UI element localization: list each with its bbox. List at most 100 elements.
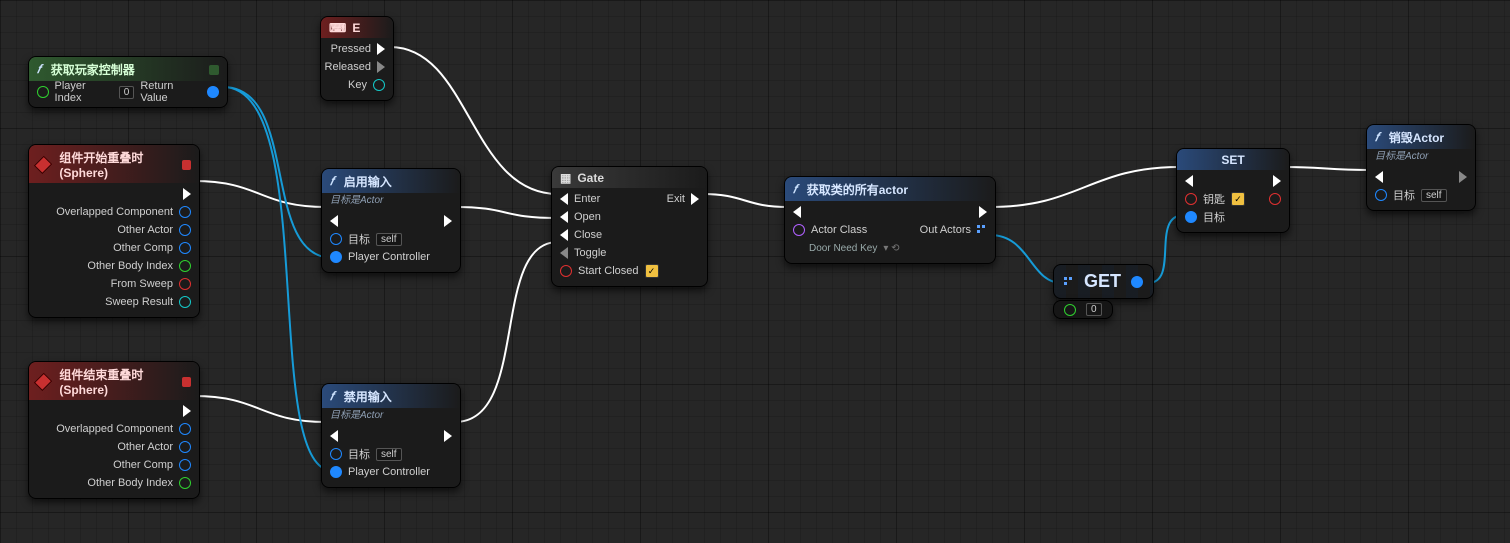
event-icon [34,155,53,174]
exec-out-pin-icon[interactable] [1459,171,1467,183]
exec-in-pin-icon[interactable] [1185,175,1193,187]
exec-out-pin-icon[interactable] [691,193,699,205]
node-gate[interactable]: ▦Gate Enter Exit Open Close Toggle Start… [551,166,708,287]
struct-out-pin-icon[interactable] [179,296,191,308]
node-disable-input[interactable]: 禁用输入 目标是Actor 目标self Player Controller [321,383,461,488]
exec-out-pin-icon[interactable] [979,206,987,218]
exec-out-pin-icon[interactable] [444,430,452,442]
object-out-pin-icon[interactable] [207,86,219,98]
bool-checkbox[interactable]: ✓ [1231,192,1245,206]
pin-label: Return Value [140,80,201,104]
int-pin-icon[interactable] [37,86,49,98]
exec-in-pin-icon[interactable] [793,206,801,218]
node-title: E [352,21,360,35]
node-title: GET [1084,271,1121,292]
node-array-get[interactable]: GET [1053,264,1154,299]
struct-out-pin-icon[interactable] [373,79,385,91]
exec-out-pin-icon[interactable] [377,61,385,73]
pin-label: 目标 [1203,209,1225,225]
exec-out-pin-icon[interactable] [183,405,191,417]
object-out-pin-icon[interactable] [179,441,191,453]
exec-in-pin-icon[interactable] [560,247,568,259]
macro-icon: ▦ [560,171,571,185]
pin-label: Toggle [574,247,606,259]
pin-default-value[interactable]: self [1421,189,1447,202]
object-out-pin-icon[interactable] [179,206,191,218]
pin-label: Other Body Index [87,260,173,272]
exec-out-pin-icon[interactable] [183,188,191,200]
node-subtitle: 目标是Actor [322,406,460,425]
node-destroy-actor[interactable]: 销毁Actor 目标是Actor 目标self [1366,124,1476,211]
int-out-pin-icon[interactable] [179,477,191,489]
pin-label: Overlapped Component [56,423,173,435]
delegate-pin-icon [182,160,191,170]
bool-in-pin-icon[interactable] [560,265,572,277]
class-dropdown[interactable]: Door Need Key [809,243,877,254]
delegate-pin-icon [209,65,219,75]
object-out-pin-icon[interactable] [179,224,191,236]
pin-label: Close [574,229,602,241]
object-out-pin-icon[interactable] [179,242,191,254]
array-out-pin-icon[interactable] [977,225,987,235]
array-in-pin-icon[interactable] [1064,277,1074,287]
keyboard-icon: ⌨ [329,21,346,35]
object-in-pin-icon[interactable] [1185,211,1197,223]
exec-in-pin-icon[interactable] [1375,171,1383,183]
int-in-pin-icon[interactable] [1064,304,1076,316]
exec-in-pin-icon[interactable] [560,229,568,241]
pin-label: Player Controller [348,466,430,478]
pin-label: Exit [667,193,685,205]
pin-label: Enter [574,193,600,205]
node-title: 获取玩家控制器 [51,61,135,78]
pin-default-value[interactable]: 0 [1086,303,1102,316]
object-in-pin-icon[interactable] [330,466,342,478]
bool-out-pin-icon[interactable] [1269,193,1281,205]
pin-label: Player Index [55,80,113,104]
object-out-pin-icon[interactable] [179,459,191,471]
exec-out-pin-icon[interactable] [377,43,385,55]
pin-label: Out Actors [920,224,971,236]
bool-in-pin-icon[interactable] [1185,193,1197,205]
bool-checkbox[interactable]: ✓ [645,264,659,278]
pin-label: Other Comp [113,459,173,471]
pin-default-value[interactable]: self [376,448,402,461]
node-title: 禁用输入 [344,388,392,405]
node-title: SET [1221,153,1244,167]
pin-label: Key [348,79,367,91]
node-array-get-index[interactable]: 0 [1053,300,1113,319]
object-in-pin-icon[interactable] [1375,189,1387,201]
exec-in-pin-icon[interactable] [330,430,338,442]
object-in-pin-icon[interactable] [330,251,342,263]
pin-label: Other Comp [113,242,173,254]
object-out-pin-icon[interactable] [1131,276,1143,288]
pin-default-value[interactable]: self [376,233,402,246]
node-get-all-actors-of-class[interactable]: 获取类的所有actor Actor Class Out Actors Door … [784,176,996,264]
node-title: 组件结束重叠时 (Sphere) [59,366,176,397]
node-begin-overlap[interactable]: 组件开始重叠时 (Sphere) Overlapped Component Ot… [28,144,200,318]
object-out-pin-icon[interactable] [179,423,191,435]
node-input-key-e[interactable]: ⌨E Pressed Released Key [320,16,394,101]
node-end-overlap[interactable]: 组件结束重叠时 (Sphere) Overlapped Component Ot… [28,361,200,499]
object-in-pin-icon[interactable] [330,233,342,245]
int-out-pin-icon[interactable] [179,260,191,272]
bool-out-pin-icon[interactable] [179,278,191,290]
delegate-pin-icon [182,377,191,387]
pin-label: Overlapped Component [56,206,173,218]
pin-default-value[interactable]: 0 [119,86,135,99]
object-in-pin-icon[interactable] [330,448,342,460]
exec-in-pin-icon[interactable] [330,215,338,227]
node-enable-input[interactable]: 启用输入 目标是Actor 目标self Player Controller [321,168,461,273]
node-set-variable[interactable]: SET 钥匙 ✓ 目标 [1176,148,1290,233]
node-get-player-controller[interactable]: 获取玩家控制器 Player Index 0 Return Value [28,56,228,108]
pin-label: Pressed [331,43,371,55]
node-title: Gate [577,171,604,185]
node-subtitle: 目标是Actor [1367,147,1475,166]
pin-label: Player Controller [348,251,430,263]
class-in-pin-icon[interactable] [793,224,805,236]
exec-in-pin-icon[interactable] [560,211,568,223]
exec-out-pin-icon[interactable] [1273,175,1281,187]
exec-in-pin-icon[interactable] [560,193,568,205]
pin-label: 钥匙 [1203,191,1225,207]
exec-out-pin-icon[interactable] [444,215,452,227]
pin-label: Sweep Result [105,296,173,308]
